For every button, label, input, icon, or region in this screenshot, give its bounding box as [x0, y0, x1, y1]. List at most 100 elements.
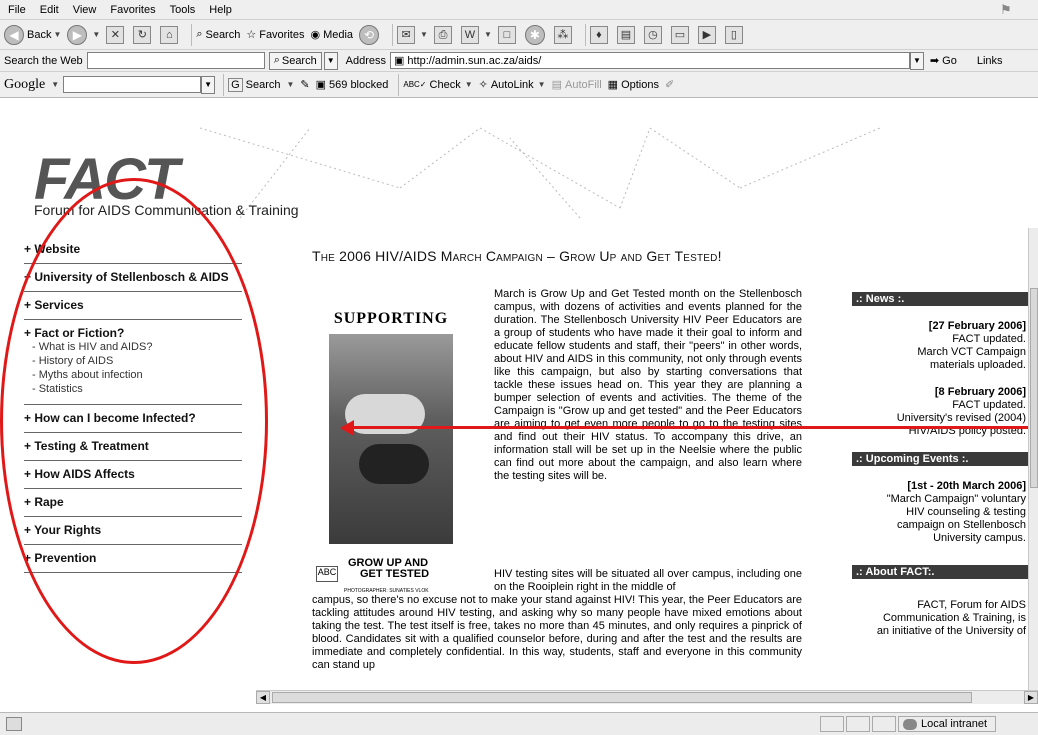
menu-view[interactable]: View: [73, 4, 97, 16]
history-button[interactable]: ⟲: [359, 24, 382, 45]
menu-file[interactable]: File: [8, 4, 26, 16]
media-label: Media: [323, 28, 354, 41]
news-line: March VCT Campaign: [917, 346, 1026, 358]
links-label[interactable]: Links: [977, 55, 1003, 67]
about-text: FACT, Forum for AIDS Communication & Tra…: [852, 599, 1028, 638]
pencil-icon: ✐: [665, 79, 675, 91]
status-bar: Local intranet: [0, 712, 1038, 735]
dropdown-arrow-icon[interactable]: ▼: [92, 30, 100, 39]
news-item: [27 February 2006] FACT updated. March V…: [852, 320, 1028, 372]
mail-button[interactable]: ✉ ▼: [397, 25, 428, 44]
back-arrow-icon: ◀: [4, 24, 24, 45]
google-logo[interactable]: Google: [4, 77, 45, 93]
search-web-button[interactable]: ⌕ Search: [268, 51, 322, 70]
address-input[interactable]: ▣ http://admin.sun.ac.za/aids/: [390, 52, 910, 69]
about-line: Communication & Training, is: [882, 612, 1026, 624]
right-sidebar: .: News :. [27 February 2006] FACT updat…: [852, 292, 1028, 638]
google-search-button[interactable]: G Search ▼: [228, 77, 294, 92]
events-header: .: Upcoming Events :.: [852, 452, 1028, 466]
google-search-dropdown[interactable]: ▼: [201, 75, 216, 94]
abc-check-icon: ABC✓: [403, 80, 427, 89]
popup-blocked-count: 569 blocked: [329, 78, 389, 91]
horizontal-scrollbar[interactable]: ◀ ▶: [256, 690, 1038, 704]
menu-bar: File Edit View Favorites Tools Help ⚑: [0, 0, 1038, 20]
scroll-right-arrow-icon[interactable]: ▶: [1024, 691, 1038, 704]
menu-tools[interactable]: Tools: [170, 4, 196, 16]
search-icon: ⌕: [196, 28, 203, 40]
poster-hand-dark: [359, 444, 429, 484]
edit-button[interactable]: W ▼: [460, 25, 492, 44]
back-button[interactable]: ◀ Back ▼: [4, 24, 61, 45]
zone-label: Local intranet: [921, 718, 988, 730]
autolink-button[interactable]: ✧ AutoLink ▼: [478, 78, 546, 92]
search-web-button-label: Search: [281, 54, 317, 67]
about-header: .: About FACT:.: [852, 565, 1028, 579]
event-line: campaign on Stellenbosch: [896, 519, 1026, 531]
news-date: [27 February 2006]: [928, 320, 1026, 332]
event-line: "March Campaign" voluntary: [886, 493, 1026, 505]
home-icon: ⌂: [160, 25, 179, 44]
vertical-scroll-thumb[interactable]: [1030, 288, 1038, 488]
stop-button[interactable]: ✕: [106, 25, 127, 44]
search-icon: ⌕: [273, 54, 280, 66]
google-search-label: Search: [245, 78, 281, 91]
vertical-scrollbar[interactable]: [1028, 228, 1038, 690]
horizontal-scroll-thumb[interactable]: [272, 692, 972, 703]
media-icon: ◉: [310, 29, 321, 41]
highlighter-button[interactable]: ✐: [665, 78, 674, 91]
google-toolbar: Google ▼ ▼ G Search ▼ ✎ ▣ 569 blocked ABC✓ C…: [0, 72, 1038, 98]
refresh-button[interactable]: ↻: [133, 25, 154, 44]
options-button[interactable]: ▦ Options: [608, 78, 659, 92]
news-line: FACT updated.: [952, 333, 1026, 345]
forward-button[interactable]: ▶ ▼: [67, 24, 100, 45]
status-cells: [820, 716, 898, 732]
article-paragraph-2-cont: campus, so there's no excuse not to make…: [312, 594, 802, 671]
search-web-input[interactable]: [86, 52, 265, 69]
dropdown-arrow-icon[interactable]: ▼: [51, 80, 59, 89]
tool-icon: ♦: [589, 25, 608, 44]
extra-tool-4[interactable]: ▭: [670, 25, 692, 44]
extra-tool-6[interactable]: ▯: [724, 25, 746, 44]
go-arrow-icon: ➡: [929, 55, 940, 67]
search-dropdown-button[interactable]: ▼: [323, 51, 338, 70]
spell-check-button[interactable]: ABC✓ Check ▼: [403, 79, 472, 91]
search-button[interactable]: ⌕ Search: [196, 28, 240, 41]
poster-heading: SUPPORTING: [333, 310, 449, 327]
media-button[interactable]: ◉ Media: [310, 28, 354, 42]
discuss-button[interactable]: □: [497, 25, 519, 44]
scroll-left-arrow-icon[interactable]: ◀: [256, 691, 270, 704]
autofill-button[interactable]: ▤ AutoFill: [552, 78, 602, 92]
home-button[interactable]: ⌂: [160, 25, 181, 44]
popup-blocker-button[interactable]: ▣ 569 blocked: [316, 78, 389, 92]
standard-toolbar: ◀ Back ▼ ▶ ▼ ✕ ↻ ⌂ ⌕ Search ☆ Favorites …: [0, 20, 1038, 50]
dropdown-arrow-icon[interactable]: ▼: [465, 80, 473, 89]
menu-help[interactable]: Help: [209, 4, 232, 16]
extra-tool-2[interactable]: ▤: [616, 25, 638, 44]
print-icon: ⎙: [433, 25, 452, 44]
dropdown-arrow-icon[interactable]: ▼: [484, 30, 492, 39]
extra-tool-3[interactable]: ◷: [643, 25, 665, 44]
autolink-icon: ✧: [478, 79, 488, 91]
print-button[interactable]: ⎙: [433, 25, 455, 44]
messenger-button[interactable]: ✱: [524, 24, 548, 45]
news-button[interactable]: ✎: [300, 78, 309, 91]
extra-tool-5[interactable]: ▶: [697, 25, 719, 44]
dropdown-arrow-icon[interactable]: ▼: [286, 80, 294, 89]
dropdown-arrow-icon[interactable]: ▼: [420, 30, 428, 39]
poster-slogan: GROW UP AND GET TESTED: [348, 558, 429, 580]
google-search-input[interactable]: [63, 76, 202, 93]
event-date: [1st - 20th March 2006]: [907, 480, 1026, 492]
menu-favorites[interactable]: Favorites: [110, 4, 155, 16]
dropdown-arrow-icon[interactable]: ▼: [538, 80, 546, 89]
address-dropdown-button[interactable]: ▼: [910, 51, 924, 70]
research-button[interactable]: ⁂: [553, 25, 575, 44]
security-zone[interactable]: Local intranet: [898, 716, 997, 732]
go-button[interactable]: ➡ Go: [926, 52, 961, 70]
dropdown-arrow-icon[interactable]: ▼: [53, 30, 61, 39]
favorites-button[interactable]: ☆ Favorites: [246, 28, 304, 42]
autofill-label: AutoFill: [564, 78, 602, 91]
extra-tool-1[interactable]: ♦: [589, 25, 611, 44]
event-line: HIV counseling & testing: [906, 506, 1026, 518]
menu-edit[interactable]: Edit: [40, 4, 59, 16]
refresh-icon: ↻: [133, 25, 152, 44]
